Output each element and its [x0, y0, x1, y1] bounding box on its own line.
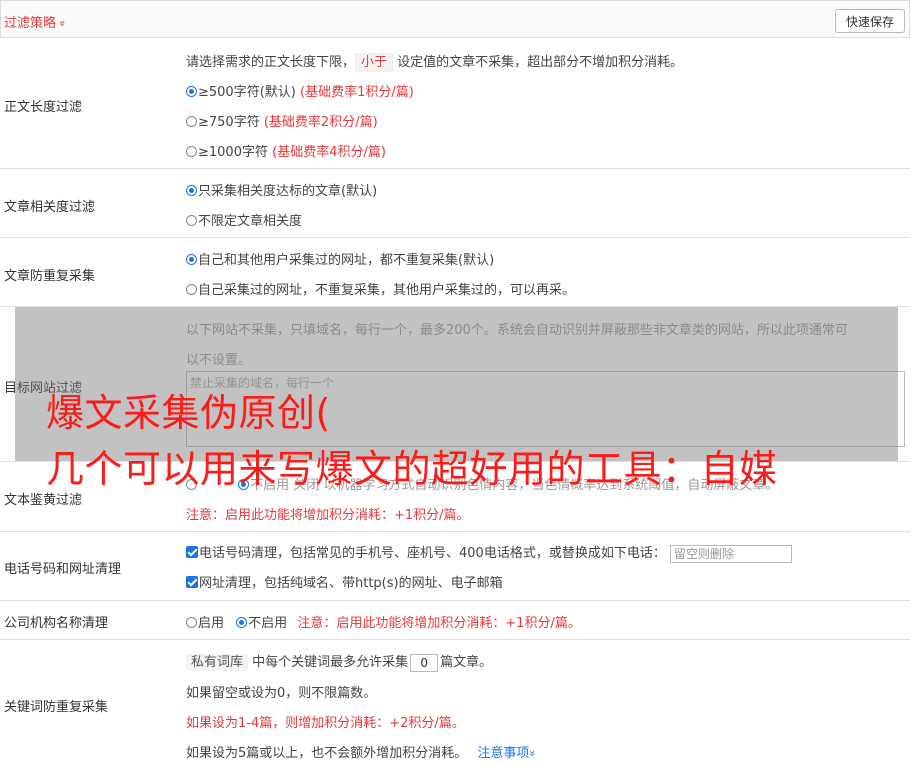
radio-icon[interactable] [236, 617, 248, 628]
dedupe-row: 文章防重复采集 自己和其他用户采集过的网址，都不重复采集(默认) 自己采集过的网… [0, 238, 910, 307]
keyword-dedupe-hint-1: 如果留空或设为0，则不限篇数。 [186, 686, 377, 701]
length-option-750[interactable]: ≥750字符 (基础费率2积分/篇) [186, 111, 378, 130]
radio-icon[interactable] [186, 254, 197, 265]
radio-icon[interactable] [186, 185, 197, 196]
company-clean-note: 注意：启用此功能将增加积分消耗：+1积分/篇。 [297, 616, 581, 631]
porn-filter-note: 注意：启用此功能将增加积分消耗：+1积分/篇。 [186, 508, 470, 523]
relevance-option-qualified[interactable]: 只采集相关度达标的文章(默认) [186, 180, 377, 199]
radio-icon[interactable] [186, 86, 197, 97]
private-lexicon-tag[interactable]: 私有词库 [186, 654, 249, 671]
relevance-filter-row: 文章相关度过滤 只采集相关度达标的文章(默认) 不限定文章相关度 [0, 169, 910, 238]
less-than-tag: 小于 [355, 53, 394, 72]
url-clean-option[interactable]: 网址清理，包括纯域名、带http(s)的网址、电子邮箱 [186, 572, 503, 591]
radio-icon[interactable] [186, 146, 197, 157]
radio-icon[interactable] [186, 284, 197, 295]
phone-clean-option[interactable]: 电话号码清理，包括常见的手机号、座机号、400电话格式，或替换成如下电话： 留空… [186, 542, 792, 563]
keyword-dedupe-hint-2: 如果设为1-4篇，则增加积分消耗：+2积分/篇。 [186, 716, 465, 731]
banner-title-line-1: 爆文采集伪原创( [46, 391, 331, 435]
replacement-phone-input[interactable]: 留空则删除 [669, 544, 792, 563]
keyword-dedupe-limit: 私有词库 中每个关键词最多允许采集 0 篇文章。 [186, 651, 492, 672]
row-label: 文章防重复采集 [4, 269, 96, 284]
length-option-1000[interactable]: ≥1000字符 (基础费率4积分/篇) [186, 141, 386, 160]
row-label: 公司机构名称清理 [4, 616, 109, 631]
filter-strategy-header: 过滤策略» 快速保存 [0, 0, 910, 38]
row-label: 正文长度过滤 [4, 100, 83, 115]
double-chevron-down-icon: » [526, 750, 540, 757]
row-label: 文章相关度过滤 [4, 200, 96, 215]
checkbox-icon[interactable] [186, 576, 198, 588]
row-label: 关键词防重复采集 [4, 700, 109, 715]
radio-icon[interactable] [186, 215, 197, 226]
phone-clean-row: 电话号码和网址清理 电话号码清理，包括常见的手机号、座机号、400电话格式，或替… [0, 532, 910, 601]
radio-icon[interactable] [186, 617, 197, 628]
length-option-500[interactable]: ≥500字符(默认) (基础费率1积分/篇) [186, 81, 414, 100]
row-label: 文本鉴黄过滤 [4, 493, 83, 508]
dedupe-option-self[interactable]: 自己采集过的网址，不重复采集，其他用户采集过的，可以再采。 [186, 279, 575, 298]
company-clean-row: 公司机构名称清理 启用 不启用 注意：启用此功能将增加积分消耗：+1积分/篇。 [0, 601, 910, 640]
relevance-option-unlimited[interactable]: 不限定文章相关度 [186, 210, 302, 229]
keyword-dedupe-hint-3: 如果设为5篇或以上，也不会额外增加积分消耗。 注意事项» [186, 746, 540, 761]
radio-icon[interactable] [186, 116, 197, 127]
quick-save-button[interactable]: 快速保存 [835, 9, 905, 33]
notes-link[interactable]: 注意事项» [477, 746, 540, 761]
company-clean-options[interactable]: 启用 不启用 注意：启用此功能将增加积分消耗：+1积分/篇。 [186, 612, 581, 631]
gray-overlay [15, 307, 898, 461]
row-label: 电话号码和网址清理 [4, 562, 122, 577]
length-filter-row: 正文长度过滤 请选择需求的正文长度下限， 小于 设定值的文章不采集，超出部分不增加… [0, 38, 910, 169]
banner-title-line-2: 几个可以用来写爆文的超好用的工具：自媒 [46, 447, 778, 491]
max-articles-input[interactable]: 0 [410, 653, 439, 672]
double-chevron-down-icon: » [55, 20, 69, 27]
keyword-dedupe-row: 关键词防重复采集 私有词库 中每个关键词最多允许采集 0 篇文章。 如果留空或设为0… [0, 640, 910, 768]
checkbox-icon[interactable] [186, 546, 198, 558]
length-filter-desc: 请选择需求的正文长度下限， 小于 设定值的文章不采集，超出部分不增加积分消耗。 [186, 53, 684, 72]
dedupe-option-all[interactable]: 自己和其他用户采集过的网址，都不重复采集(默认) [186, 249, 494, 268]
section-title[interactable]: 过滤策略» [4, 12, 69, 31]
